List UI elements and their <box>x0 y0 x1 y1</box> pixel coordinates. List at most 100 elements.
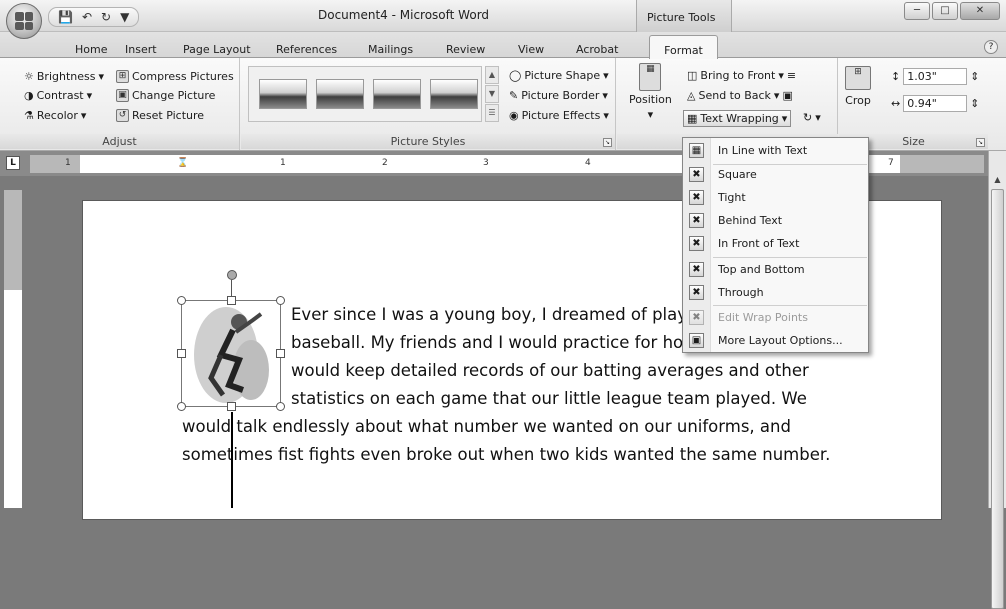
spinner-icon[interactable]: ⇕ <box>970 97 979 110</box>
dropdown-arrow-icon: ▾ <box>603 109 609 122</box>
text-line[interactable]: statistics on each game that our little … <box>291 389 807 408</box>
dropdown-arrow-icon: ▾ <box>781 112 788 125</box>
resize-handle[interactable] <box>227 402 236 411</box>
undo-icon[interactable]: ↶ <box>79 10 95 24</box>
picture-styles-dialog-launcher-icon[interactable]: ↘ <box>603 138 612 147</box>
dropdown-arrow-icon: ▾ <box>647 108 654 121</box>
picture-styles-group: ▲ ▼ ☰ ◯ Picture Shape ▾ ✎ Picture Border ▾ ◉… <box>241 58 616 150</box>
edit-wrap-points-icon: ✖ <box>689 310 704 325</box>
text-line[interactable]: would talk endlessly about what number w… <box>182 417 791 436</box>
selected-picture[interactable] <box>177 296 285 411</box>
customize-icon[interactable]: ▼ <box>117 10 132 24</box>
tab-acrobat[interactable]: Acrobat <box>576 43 618 56</box>
gallery-scroll-down-icon[interactable]: ▼ <box>485 85 499 103</box>
dropdown-arrow-icon: ▾ <box>80 109 87 122</box>
rotation-handle[interactable] <box>227 270 237 280</box>
resize-handle[interactable] <box>227 296 236 305</box>
reset-picture-button[interactable]: ↺ Reset Picture <box>116 109 204 122</box>
drag-cursor-line <box>231 412 233 508</box>
maximize-button[interactable]: □ <box>932 2 958 20</box>
size-dialog-launcher-icon[interactable]: ↘ <box>976 138 985 147</box>
brightness-button[interactable]: ☼ Brightness ▾ <box>24 70 104 83</box>
redo-icon[interactable]: ↻ <box>98 10 114 24</box>
menu-item-in-front-of-text[interactable]: ✖ In Front of Text <box>683 232 868 255</box>
gallery-scroll-up-icon[interactable]: ▲ <box>485 66 499 84</box>
resize-handle[interactable] <box>177 402 186 411</box>
group-icon[interactable]: ▣ <box>782 89 792 102</box>
send-to-back-button[interactable]: ◬ Send to Back ▾ ▣ <box>687 89 793 102</box>
resize-handle[interactable] <box>177 296 186 305</box>
recolor-icon: ⚗ <box>24 109 34 122</box>
align-icon[interactable]: ≡ <box>787 69 796 82</box>
style-thumbnail[interactable] <box>430 79 478 109</box>
text-line[interactable]: would keep detailed records of our batti… <box>291 361 809 380</box>
text-wrapping-button[interactable]: ▦ Text Wrapping ▾ <box>683 110 792 127</box>
tight-wrap-icon: ✖ <box>689 190 704 205</box>
save-icon[interactable]: 💾 <box>55 10 76 24</box>
crop-button[interactable]: ⊞ Crop <box>845 66 871 107</box>
indent-marker-icon[interactable]: ⌛ <box>177 158 188 168</box>
menu-item-tight[interactable]: ✖ Tight <box>683 186 868 209</box>
tab-review[interactable]: Review <box>446 43 485 56</box>
ruler-number: 1 <box>280 158 286 168</box>
picture-shape-button[interactable]: ◯ Picture Shape ▾ <box>509 69 609 82</box>
ribbon-tabs: Home Insert Page Layout References Maili… <box>0 32 1006 59</box>
contrast-button[interactable]: ◑ Contrast ▾ <box>24 89 92 102</box>
change-picture-button[interactable]: ▣ Change Picture <box>116 89 215 102</box>
style-thumbnail[interactable] <box>259 79 307 109</box>
picture-border-button[interactable]: ✎ Picture Border ▾ <box>509 89 608 102</box>
tab-selector-icon[interactable]: L <box>6 156 20 170</box>
scroll-up-icon[interactable]: ▲ <box>991 175 1004 188</box>
style-thumbnail[interactable] <box>373 79 421 109</box>
bring-to-front-button[interactable]: ◫ Bring to Front ▾ ≡ <box>687 69 796 82</box>
picture-styles-gallery <box>248 66 482 122</box>
position-button[interactable]: ▦ Position ▾ <box>629 63 672 121</box>
office-button[interactable] <box>6 3 42 39</box>
tab-format[interactable]: Format <box>649 35 718 59</box>
tab-references[interactable]: References <box>276 43 337 56</box>
menu-item-in-line-with-text[interactable]: ▦ In Line with Text <box>683 139 868 162</box>
resize-handle[interactable] <box>177 349 186 358</box>
menu-item-more-layout-options[interactable]: ▣ More Layout Options... <box>683 329 868 352</box>
vertical-ruler[interactable] <box>4 190 22 508</box>
menu-item-square[interactable]: ✖ Square <box>683 163 868 186</box>
dropdown-arrow-icon: ▾ <box>98 70 104 83</box>
scroll-thumb[interactable] <box>991 189 1004 609</box>
resize-handle[interactable] <box>276 349 285 358</box>
height-field[interactable]: ↕ 1.03" ⇕ <box>891 68 979 85</box>
gallery-more-icon[interactable]: ☰ <box>485 104 499 122</box>
width-field[interactable]: ↔ 0.94" ⇕ <box>891 95 979 112</box>
resize-handle[interactable] <box>276 296 285 305</box>
in-line-wrap-icon: ▦ <box>689 143 704 158</box>
recolor-button[interactable]: ⚗ Recolor ▾ <box>24 109 86 122</box>
tab-home[interactable]: Home <box>75 43 107 56</box>
window-controls: ─ □ ✕ <box>904 2 1000 20</box>
picture-effects-button[interactable]: ◉ Picture Effects ▾ <box>509 109 609 122</box>
menu-item-edit-wrap-points[interactable]: ✖ Edit Wrap Points <box>683 306 868 329</box>
style-thumbnail[interactable] <box>316 79 364 109</box>
help-icon[interactable]: ? <box>984 40 998 54</box>
tab-insert[interactable]: Insert <box>125 43 157 56</box>
tab-page-layout[interactable]: Page Layout <box>183 43 251 56</box>
contrast-icon: ◑ <box>24 89 34 102</box>
reset-picture-icon: ↺ <box>116 109 129 122</box>
spinner-icon[interactable]: ⇕ <box>970 70 979 83</box>
minimize-button[interactable]: ─ <box>904 2 930 20</box>
layout-options-icon: ▣ <box>689 333 704 348</box>
close-button[interactable]: ✕ <box>960 2 1000 20</box>
menu-item-top-and-bottom[interactable]: ✖ Top and Bottom <box>683 258 868 281</box>
rotate-button[interactable]: ↻ ▾ <box>803 111 821 124</box>
menu-item-through[interactable]: ✖ Through <box>683 281 868 304</box>
dropdown-arrow-icon: ▾ <box>86 89 93 102</box>
text-line[interactable]: baseball. My friends and I would practic… <box>291 333 694 352</box>
resize-handle[interactable] <box>276 402 285 411</box>
vertical-scrollbar[interactable]: ▲ <box>988 151 1006 609</box>
tab-mailings[interactable]: Mailings <box>368 43 413 56</box>
menu-item-behind-text[interactable]: ✖ Behind Text <box>683 209 868 232</box>
adjust-group-label: Adjust <box>0 134 239 149</box>
text-line[interactable]: Ever since I was a young boy, I dreamed … <box>291 305 702 324</box>
ruler-number: 3 <box>483 158 489 168</box>
tab-view[interactable]: View <box>518 43 544 56</box>
text-line[interactable]: sometimes fist fights even broke out whe… <box>182 445 830 464</box>
compress-pictures-button[interactable]: ⊞ Compress Pictures <box>116 70 234 83</box>
